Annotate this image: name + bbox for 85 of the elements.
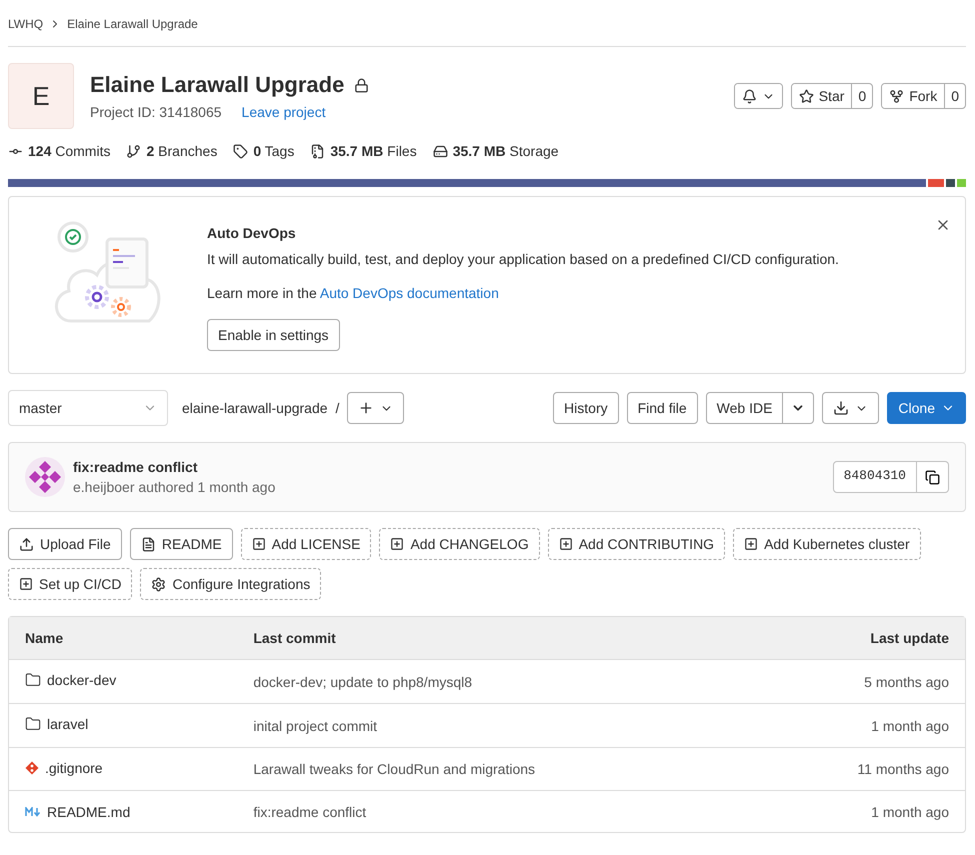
repository-action-button[interactable]: Add LICENSE	[240, 528, 372, 560]
stat-link[interactable]: 0 Tags	[233, 143, 294, 159]
stat-text: 124 Commits	[28, 143, 110, 159]
file-name-link[interactable]: .gitignore	[25, 760, 103, 776]
column-header: Last commit	[237, 617, 760, 660]
commit-message[interactable]: docker-dev; update to php8/mysql8	[253, 674, 472, 690]
commit-title[interactable]: fix:readme conflict	[73, 459, 825, 475]
stat-link[interactable]: 35.7 MB Storage	[432, 143, 559, 159]
file-name-link[interactable]: docker-dev	[25, 672, 116, 688]
stat-text: 35.7 MB Storage	[452, 143, 559, 159]
web-ide-button[interactable]: Web IDE	[706, 392, 784, 424]
download-icon	[833, 400, 850, 416]
file-icon	[140, 536, 156, 552]
star-button-group[interactable]: Star 0	[790, 83, 874, 109]
history-button[interactable]: History	[553, 392, 619, 424]
plus-square-icon	[390, 537, 404, 551]
find-file-button[interactable]: Find file	[626, 392, 698, 424]
commit-author: e.heijboer authored 1 month ago	[73, 479, 276, 495]
stat-link[interactable]: 2 Branches	[126, 143, 218, 159]
documentation-link[interactable]: Auto DevOps documentation	[320, 285, 499, 301]
user-avatar	[25, 457, 65, 497]
markdown-icon	[25, 806, 41, 816]
tag-icon	[233, 144, 248, 158]
branch-icon	[126, 144, 142, 158]
column-header: Name	[9, 617, 238, 660]
download-dropdown[interactable]	[822, 392, 880, 424]
bell-icon	[742, 88, 757, 104]
star-icon	[798, 88, 814, 104]
commit-message[interactable]: Larawall tweaks for CloudRun and migrations	[253, 761, 536, 777]
folder-icon	[25, 716, 41, 732]
git-icon	[25, 761, 39, 775]
last-update-time: 1 month ago	[871, 718, 949, 734]
settings-icon	[151, 576, 166, 592]
last-update-time: 5 months ago	[864, 674, 949, 690]
last-update-time: 1 month ago	[871, 804, 949, 820]
file-name-link[interactable]: README.md	[25, 804, 130, 820]
breadcrumb-link[interactable]: Elaine Larawall Upgrade	[67, 17, 198, 31]
column-header: Last update	[759, 617, 965, 660]
commit-sha[interactable]: 84804310	[832, 461, 917, 493]
web-ide-dropdown[interactable]	[783, 392, 814, 424]
commit-message[interactable]: fix:readme conflict	[253, 804, 366, 820]
clone-button[interactable]: Clone	[887, 392, 966, 424]
copy-icon	[925, 470, 940, 484]
banner-description: It will automatically build, test, and deploy your application based on a predefined CI/CD configuration.	[207, 251, 839, 267]
notification-dropdown[interactable]	[734, 83, 783, 109]
enable-settings-button[interactable]: Enable in settings	[207, 319, 340, 351]
learn-more-text: Learn more in the Auto DevOps documentation	[207, 285, 500, 301]
fork-button-group[interactable]: Fork 0	[881, 83, 966, 109]
copy-button[interactable]	[917, 461, 949, 493]
banner-title: Auto DevOps	[207, 225, 297, 241]
project-id: Project ID: 31418065	[90, 104, 222, 120]
project-title: Elaine Larawall Upgrade	[90, 72, 344, 98]
repository-action-button[interactable]: Add CHANGELOG	[379, 528, 540, 560]
project-avatar: E	[8, 63, 74, 129]
fork-count: 0	[944, 84, 965, 108]
lock-icon	[354, 78, 370, 92]
file-icon	[310, 144, 326, 158]
branch-dropdown[interactable]: master	[8, 390, 168, 426]
folder-icon	[25, 672, 41, 688]
path-separator: /	[336, 400, 340, 416]
last-update-time: 11 months ago	[857, 761, 949, 777]
commit-message[interactable]: inital project commit	[253, 718, 378, 734]
fork-icon	[889, 88, 904, 104]
repository-action-button[interactable]: Add Kubernetes cluster	[733, 528, 921, 560]
repository-action-button[interactable]: README	[130, 528, 233, 560]
plus-square-icon	[558, 537, 573, 551]
plus-square-icon	[19, 577, 33, 591]
stat-text: 35.7 MB Files	[330, 143, 417, 159]
storage-icon	[432, 144, 448, 158]
breadcrumb-link[interactable]: LWHQ	[8, 17, 44, 31]
repository-action-button[interactable]: Add CONTRIBUTING	[548, 528, 726, 560]
leave-project-link[interactable]: Leave project	[242, 104, 326, 120]
stat-text: 2 Branches	[146, 143, 218, 159]
stat-text: 0 Tags	[253, 143, 294, 159]
repository-action-button[interactable]: Set up CI/CD	[8, 568, 132, 600]
repository-action-button[interactable]: Upload File	[8, 528, 122, 560]
stat-link[interactable]: 35.7 MB Files	[310, 143, 417, 159]
stat-link[interactable]: 124 Commits	[8, 143, 110, 159]
star-count: 0	[851, 84, 872, 108]
file-name-link[interactable]: laravel	[25, 716, 88, 732]
upload-icon	[19, 536, 34, 552]
plus-square-icon	[252, 537, 266, 551]
repository-action-button[interactable]: Configure Integrations	[140, 568, 322, 600]
plus-square-icon	[744, 537, 758, 551]
repository-path: elaine-larawall-upgrade	[182, 400, 328, 416]
